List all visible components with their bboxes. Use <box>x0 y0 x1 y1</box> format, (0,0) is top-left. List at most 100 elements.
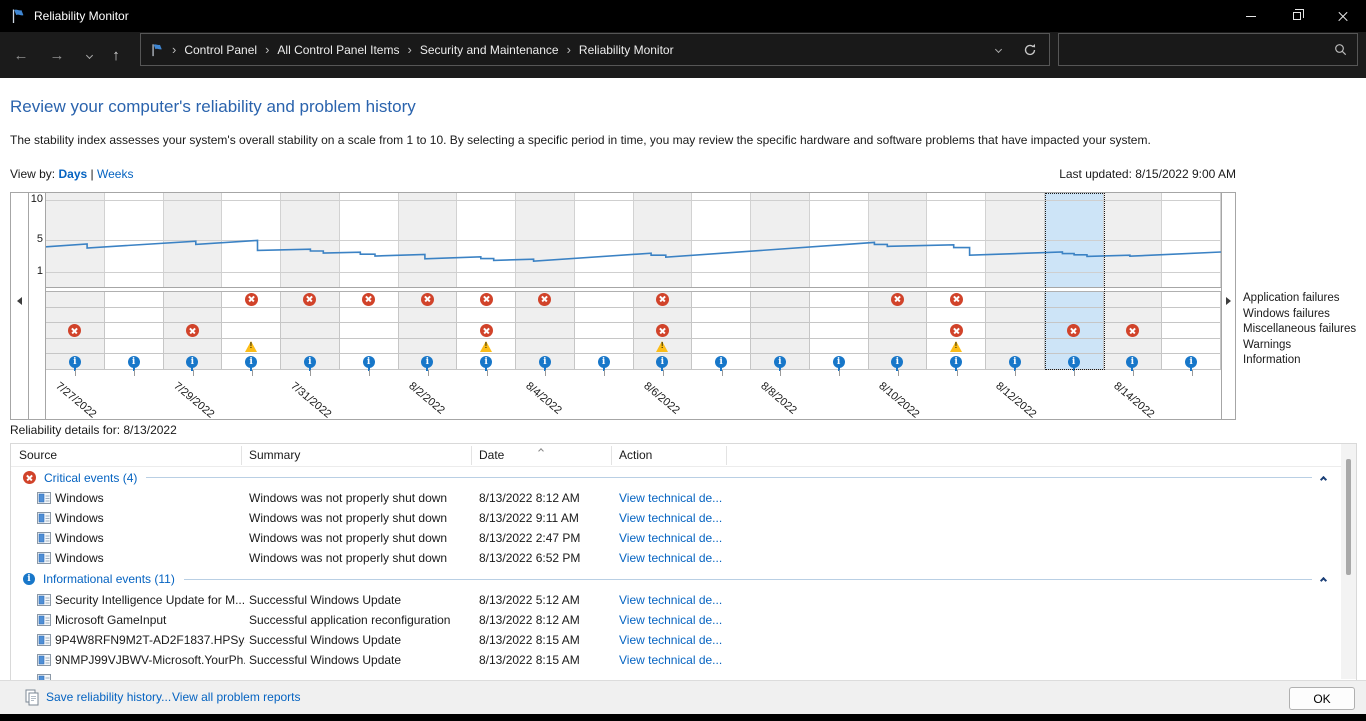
table-row-partial[interactable] <box>11 670 1356 680</box>
close-icon <box>1337 10 1349 22</box>
save-reliability-history-link[interactable]: Save reliability history... <box>46 681 171 714</box>
event-column-8/8/2022[interactable] <box>751 292 810 371</box>
view-technical-details-link[interactable]: View technical de... <box>619 590 722 610</box>
group-label: Informational events (11) <box>43 572 175 586</box>
event-column-8/13/2022[interactable] <box>1044 292 1104 371</box>
event-cell <box>986 292 1044 308</box>
back-button[interactable]: ← <box>10 32 32 78</box>
collapse-group-icon[interactable] <box>1319 475 1328 483</box>
group-header-critical[interactable]: Critical events (4) <box>11 467 1356 488</box>
table-row[interactable]: Microsoft GameInput Successful applicatio… <box>11 610 1356 630</box>
forward-button[interactable]: → <box>46 32 68 78</box>
recent-pages-button[interactable] <box>78 32 100 78</box>
table-row[interactable]: 9P4W8RFN9M2T-AD2F1837.HPSys... Successful… <box>11 630 1356 650</box>
view-weeks-link[interactable]: Weeks <box>97 167 133 181</box>
view-technical-details-link[interactable]: View technical de... <box>619 488 722 508</box>
maximize-button[interactable] <box>1274 0 1320 32</box>
breadcrumb[interactable]: › Control Panel › All Control Panel Items › S… <box>140 33 1050 66</box>
information-event-icon <box>950 355 963 371</box>
source-window-icon <box>37 594 51 609</box>
view-all-problem-reports-link[interactable]: View all problem reports <box>172 681 301 714</box>
column-header-date[interactable]: Date <box>479 444 504 467</box>
forward-arrow-icon: → <box>49 46 65 64</box>
table-row[interactable]: Windows Windows was not properly shut dow… <box>11 508 1356 528</box>
view-technical-details-link[interactable]: View technical de... <box>619 508 722 528</box>
event-cell <box>281 339 339 355</box>
view-technical-details-link[interactable]: View technical de... <box>619 630 722 650</box>
table-scrollbar[interactable] <box>1341 444 1356 679</box>
information-event-icon <box>715 355 728 371</box>
collapse-group-icon[interactable] <box>1319 576 1328 585</box>
event-cell <box>398 323 457 339</box>
event-column-8/12/2022[interactable] <box>986 292 1045 371</box>
event-column-7/29/2022[interactable] <box>163 292 223 371</box>
refresh-icon[interactable] <box>1023 43 1037 57</box>
group-divider-line <box>183 578 1312 580</box>
view-technical-details-link[interactable]: View technical de... <box>619 548 722 568</box>
address-dropdown-icon[interactable] <box>994 45 1003 54</box>
view-technical-details-link[interactable]: View technical de... <box>619 610 722 630</box>
column-header-action[interactable]: Action <box>619 444 652 467</box>
chart-scroll-left-strip[interactable] <box>11 193 29 419</box>
up-button[interactable]: ↑ <box>105 32 127 78</box>
event-column-7/28/2022[interactable] <box>104 292 164 371</box>
event-cell <box>457 339 515 355</box>
column-header-source[interactable]: Source <box>19 444 57 467</box>
event-column-8/11/2022[interactable] <box>927 292 986 371</box>
cell-summary: Successful Windows Update <box>249 633 402 647</box>
breadcrumb-item-all-control-panel-items[interactable]: All Control Panel Items <box>273 43 403 57</box>
cell-source: Microsoft GameInput <box>55 613 167 627</box>
event-column-8/3/2022[interactable] <box>457 292 516 371</box>
legend-warnings: Warnings <box>1243 338 1292 351</box>
event-column-8/10/2022[interactable] <box>868 292 928 371</box>
event-cell <box>927 292 985 308</box>
event-column-8/2/2022[interactable] <box>398 292 458 371</box>
table-row[interactable]: Windows Windows was not properly shut dow… <box>11 548 1356 568</box>
event-cell <box>574 339 633 355</box>
critical-event-icon <box>890 292 904 306</box>
close-button[interactable] <box>1320 0 1366 32</box>
table-row[interactable]: Security Intelligence Update for M... Suc… <box>11 590 1356 610</box>
event-cell <box>633 354 692 371</box>
breadcrumb-item-reliability-monitor[interactable]: Reliability Monitor <box>575 43 678 57</box>
minimize-button[interactable] <box>1228 0 1274 32</box>
scroll-right-icon[interactable] <box>1226 297 1231 305</box>
column-divider <box>611 446 612 465</box>
table-row[interactable]: 9NMPJ99VJBWV-Microsoft.YourPh... Successf… <box>11 650 1356 670</box>
event-column-7/31/2022[interactable] <box>281 292 340 371</box>
critical-event-icon <box>538 292 552 306</box>
event-column-8/7/2022[interactable] <box>692 292 751 371</box>
breadcrumb-item-control-panel[interactable]: Control Panel <box>180 43 261 57</box>
event-column-8/5/2022[interactable] <box>574 292 634 371</box>
source-window-icon <box>37 512 51 527</box>
view-technical-details-link[interactable]: View technical de... <box>619 528 722 548</box>
search-icon[interactable] <box>1334 43 1347 56</box>
cell-summary: Windows was not properly shut down <box>249 491 448 505</box>
event-column-8/6/2022[interactable] <box>633 292 693 371</box>
event-column-8/15/2022[interactable] <box>1162 292 1221 371</box>
event-icon-grid <box>46 291 1221 371</box>
event-cell <box>339 308 398 324</box>
search-input[interactable] <box>1059 42 1334 57</box>
event-column-8/4/2022[interactable] <box>516 292 575 371</box>
view-days-link[interactable]: Days <box>58 167 87 181</box>
event-cell <box>1044 323 1103 339</box>
event-column-8/14/2022[interactable] <box>1103 292 1163 371</box>
search-box[interactable] <box>1058 33 1358 66</box>
cell-date: 8/13/2022 5:12 AM <box>479 593 580 607</box>
group-header-informational[interactable]: Informational events (11) <box>11 568 1356 590</box>
breadcrumb-item-security-and-maintenance[interactable]: Security and Maintenance <box>416 43 563 57</box>
event-column-7/30/2022[interactable] <box>222 292 281 371</box>
table-row[interactable]: Windows Windows was not properly shut dow… <box>11 488 1356 508</box>
column-header-summary[interactable]: Summary <box>249 444 300 467</box>
scrollbar-thumb[interactable] <box>1346 459 1351 575</box>
view-technical-details-link[interactable]: View technical de... <box>619 650 722 670</box>
event-column-8/1/2022[interactable] <box>339 292 399 371</box>
ok-button[interactable]: OK <box>1289 687 1355 710</box>
table-row[interactable]: Windows Windows was not properly shut dow… <box>11 528 1356 548</box>
legend-information: Information <box>1243 354 1301 367</box>
event-cell <box>281 323 339 339</box>
event-column-7/27/2022[interactable] <box>46 292 105 371</box>
event-column-8/9/2022[interactable] <box>809 292 869 371</box>
event-cell <box>809 323 868 339</box>
